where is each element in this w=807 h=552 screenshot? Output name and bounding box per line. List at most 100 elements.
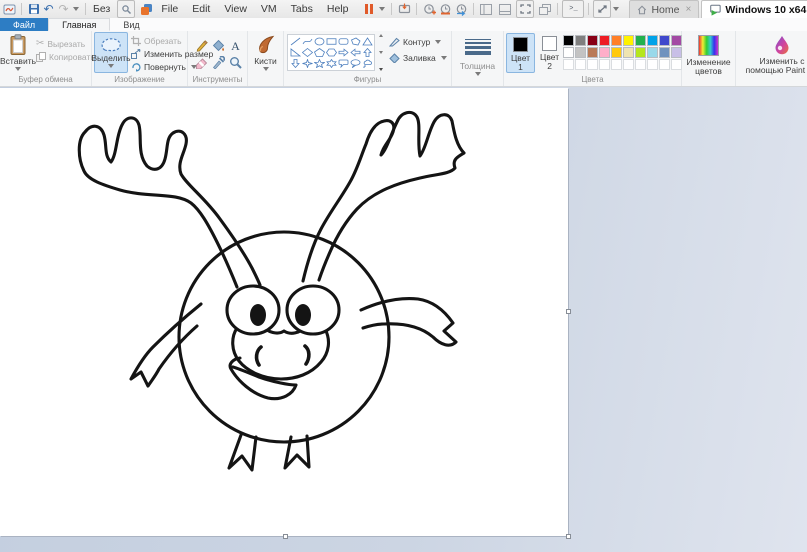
tab-home[interactable]: Home × [629, 0, 699, 18]
power-options-caret-icon[interactable] [379, 7, 385, 11]
canvas-resize-handle-corner[interactable] [566, 534, 571, 539]
palette-swatch[interactable] [599, 47, 610, 58]
color1-button[interactable]: Цвет 1 [506, 33, 535, 73]
paint3d-button[interactable]: Изменить с помощью Paint 3D [736, 31, 807, 75]
palette-swatch[interactable] [659, 47, 670, 58]
shape-hexagon-icon[interactable] [325, 47, 337, 58]
palette-swatch[interactable] [671, 35, 682, 46]
pencil-icon[interactable] [193, 37, 209, 53]
shape-callout-rounded-icon[interactable] [337, 58, 349, 69]
shape-arrow-left-icon[interactable] [349, 47, 361, 58]
palette-swatch[interactable] [563, 35, 574, 46]
palette-empty-slot[interactable] [575, 59, 586, 70]
menu-file[interactable]: File [154, 3, 185, 15]
palette-swatch[interactable] [587, 35, 598, 46]
palette-swatch[interactable] [587, 47, 598, 58]
shape-star-6-icon[interactable] [325, 58, 337, 69]
magnifier-icon[interactable] [227, 54, 243, 70]
edit-colors-button[interactable]: Изменение цветов [682, 31, 735, 76]
unity-mode-icon[interactable] [537, 1, 553, 17]
select-button[interactable]: Выделить [94, 32, 128, 73]
qat-customize-caret-icon[interactable] [73, 7, 79, 11]
tab-home-ribbon[interactable]: Главная [48, 18, 110, 31]
palette-empty-slot[interactable] [671, 59, 682, 70]
canvas-resize-handle-bottom[interactable] [283, 534, 288, 539]
outline-caret-icon[interactable] [435, 40, 441, 44]
select-caret-icon[interactable] [108, 64, 114, 68]
palette-empty-slot[interactable] [623, 59, 634, 70]
tab-windows-10-x64[interactable]: Windows 10 x64 × [701, 0, 807, 18]
menu-tabs[interactable]: Tabs [284, 3, 320, 15]
shapes-scroll-up-icon[interactable] [379, 34, 383, 37]
fit-guest-icon[interactable] [593, 0, 611, 18]
palette-swatch[interactable] [671, 47, 682, 58]
palette-empty-slot[interactable] [647, 59, 658, 70]
text-icon[interactable]: A [227, 37, 243, 53]
fit-options-caret-icon[interactable] [613, 7, 619, 11]
shape-rounded-rectangle-icon[interactable] [337, 36, 349, 47]
palette-swatch[interactable] [647, 35, 658, 46]
palette-swatch[interactable] [599, 35, 610, 46]
pause-vm-button[interactable] [361, 1, 377, 17]
palette-swatch[interactable] [623, 35, 634, 46]
size-caret-icon[interactable] [475, 72, 481, 76]
shape-arrow-down-icon[interactable] [289, 58, 301, 69]
copy-button[interactable]: Копировать [36, 50, 95, 63]
shape-curve-icon[interactable] [301, 36, 313, 47]
palette-empty-slot[interactable] [611, 59, 622, 70]
palette-empty-slot[interactable] [659, 59, 670, 70]
ctrl-alt-del-button[interactable] [396, 1, 412, 17]
palette-empty-slot[interactable] [635, 59, 646, 70]
show-library-panel-icon[interactable] [478, 1, 494, 17]
manage-snapshots-button[interactable] [453, 1, 469, 17]
drawing-canvas[interactable] [0, 88, 568, 536]
shape-polygon-icon[interactable] [349, 36, 361, 47]
take-snapshot-button[interactable] [421, 1, 437, 17]
menu-view[interactable]: View [217, 3, 254, 15]
shape-right-triangle-icon[interactable] [289, 47, 301, 58]
canvas-resize-handle-right[interactable] [566, 309, 571, 314]
show-thumbnail-bar-icon[interactable] [497, 1, 513, 17]
shape-arrow-right-icon[interactable] [337, 47, 349, 58]
palette-empty-slot[interactable] [563, 59, 574, 70]
picker-icon[interactable] [210, 54, 226, 70]
menu-edit[interactable]: Edit [185, 3, 217, 15]
shape-callout-cloud-icon[interactable] [361, 58, 373, 69]
palette-swatch[interactable] [611, 47, 622, 58]
close-tab-icon[interactable]: × [685, 4, 691, 15]
color2-button[interactable]: Цвет 2 [536, 33, 563, 73]
pin-toolbar-icon[interactable] [117, 0, 135, 18]
palette-swatch[interactable] [623, 47, 634, 58]
brushes-caret-icon[interactable] [263, 67, 269, 71]
palette-empty-slot[interactable] [587, 59, 598, 70]
revert-snapshot-button[interactable] [437, 1, 453, 17]
save-button[interactable] [26, 2, 41, 17]
shape-callout-oval-icon[interactable] [349, 58, 361, 69]
menu-help[interactable]: Help [320, 3, 356, 15]
shape-triangle-icon[interactable] [361, 36, 373, 47]
fill-shape-button[interactable]: Заливка [389, 51, 449, 64]
palette-swatch[interactable] [575, 35, 586, 46]
undo-button[interactable]: ↶ [41, 2, 56, 17]
shape-diamond-icon[interactable] [301, 47, 313, 58]
size-button[interactable]: Толщина [452, 31, 503, 76]
shape-line-icon[interactable] [289, 36, 301, 47]
menu-vm[interactable]: VM [254, 3, 284, 15]
tab-view[interactable]: Вид [110, 18, 152, 31]
palette-swatch[interactable] [635, 35, 646, 46]
brushes-button[interactable]: Кисти [248, 31, 283, 71]
palette-swatch[interactable] [659, 35, 670, 46]
shape-rectangle-icon[interactable] [325, 36, 337, 47]
palette-swatch[interactable] [635, 47, 646, 58]
shape-pentagon-icon[interactable] [313, 47, 325, 58]
shapes-scroll-down-icon[interactable] [379, 51, 383, 54]
cut-button[interactable]: ✂ Вырезать [36, 37, 95, 50]
eraser-icon[interactable] [193, 54, 209, 70]
console-view-icon[interactable]: >_ [562, 0, 584, 18]
shape-oval-icon[interactable] [313, 36, 325, 47]
palette-swatch[interactable] [575, 47, 586, 58]
redo-button[interactable]: ↷ [56, 2, 71, 17]
paste-button[interactable]: Вставить [0, 31, 36, 71]
shape-star-5-icon[interactable] [313, 58, 325, 69]
palette-swatch[interactable] [563, 47, 574, 58]
